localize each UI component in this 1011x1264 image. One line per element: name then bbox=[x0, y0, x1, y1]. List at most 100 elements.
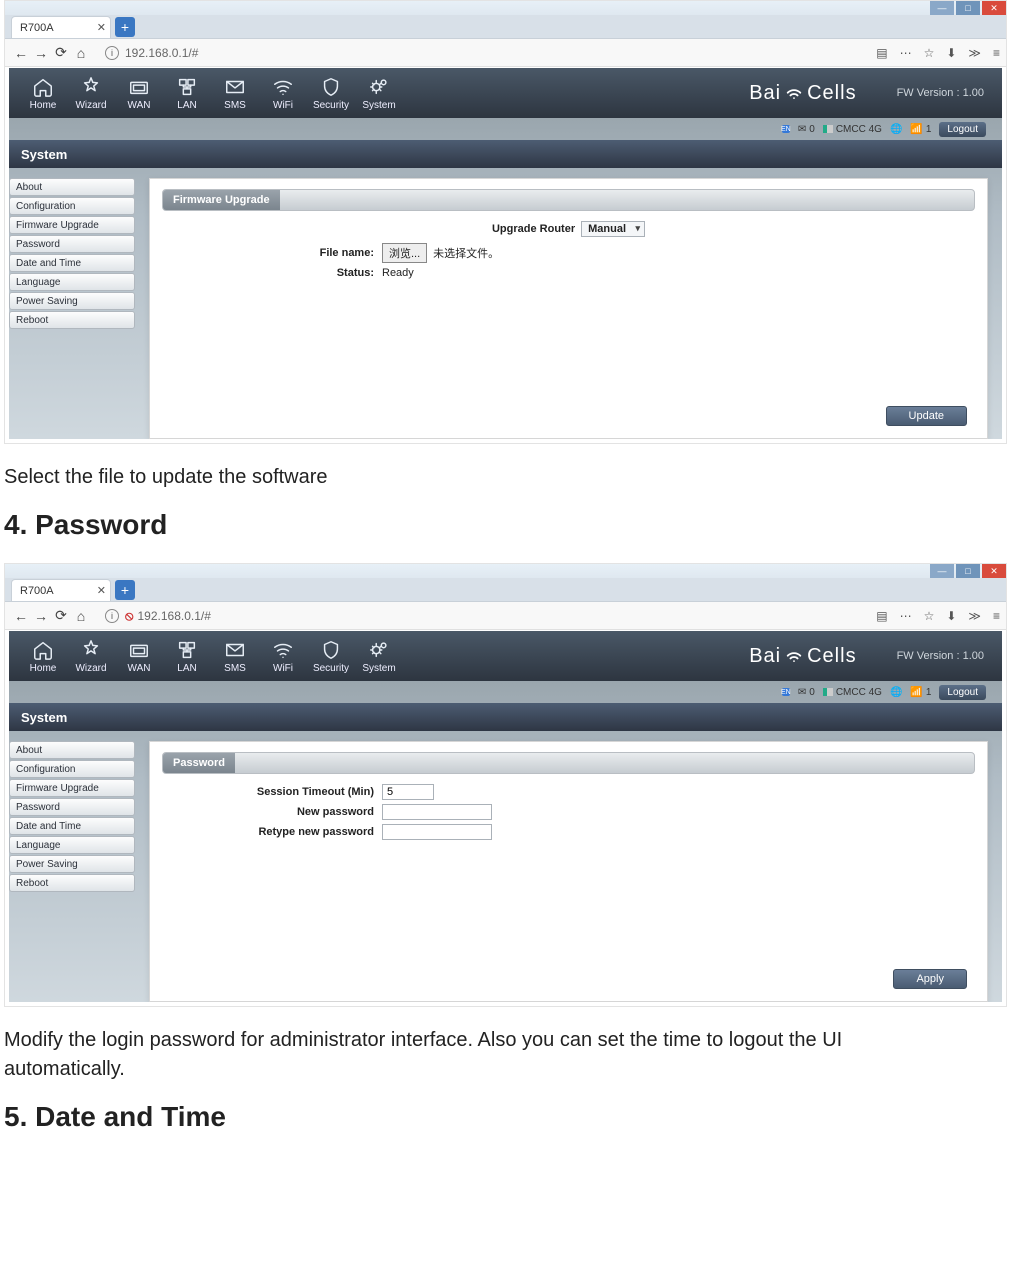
sidebar-item-password[interactable]: Password bbox=[9, 235, 135, 253]
upgrade-router-label: Upgrade Router bbox=[492, 223, 575, 235]
nav-wizard[interactable]: Wizard bbox=[67, 76, 115, 111]
sidebar-item-power-saving[interactable]: Power Saving bbox=[9, 292, 135, 310]
router-statusbar: EN ✉ 0 CMCC 4G 🌐 📶 1 Logout bbox=[9, 681, 1002, 703]
logout-button[interactable]: Logout bbox=[939, 122, 986, 137]
close-icon[interactable]: ✕ bbox=[97, 584, 106, 597]
more-icon[interactable]: ⋯ bbox=[900, 46, 912, 60]
nav-sms[interactable]: SMS bbox=[211, 76, 259, 111]
section-title: System bbox=[9, 703, 1002, 731]
sidebar-item-reboot[interactable]: Reboot bbox=[9, 311, 135, 329]
security-icon bbox=[320, 639, 342, 661]
nav-sms[interactable]: SMS bbox=[211, 639, 259, 674]
window-close-button[interactable]: ✕ bbox=[982, 1, 1006, 15]
doc-text-2: Modify the login password for administra… bbox=[4, 1029, 1007, 1052]
sidebar-item-firmware-upgrade[interactable]: Firmware Upgrade bbox=[9, 779, 135, 797]
reader-icon[interactable]: ▤ bbox=[876, 46, 887, 60]
new-password-input[interactable] bbox=[382, 804, 492, 820]
sidebar-item-configuration[interactable]: Configuration bbox=[9, 760, 135, 778]
home-icon bbox=[32, 639, 54, 661]
info-icon[interactable]: i bbox=[105, 46, 119, 60]
bookmark-icon[interactable]: ☆ bbox=[924, 46, 935, 60]
browser-tab[interactable]: R700A ✕ bbox=[11, 16, 111, 38]
window-minimize-button[interactable]: — bbox=[930, 564, 954, 578]
retype-password-input[interactable] bbox=[382, 824, 492, 840]
nav-wan[interactable]: WAN bbox=[115, 639, 163, 674]
sidebar-item-power-saving[interactable]: Power Saving bbox=[9, 855, 135, 873]
browser-tab-title: R700A bbox=[20, 22, 54, 34]
library-icon[interactable]: ⬇ bbox=[946, 46, 956, 60]
wifi-icon bbox=[272, 639, 294, 661]
browser-tabbar: R700A ✕ + bbox=[5, 578, 1006, 602]
nav-lan[interactable]: LAN bbox=[163, 639, 211, 674]
new-tab-button[interactable]: + bbox=[115, 17, 135, 37]
back-icon[interactable]: ← bbox=[11, 45, 31, 61]
sidebar-item-date-and-time[interactable]: Date and Time bbox=[9, 817, 135, 835]
window-minimize-button[interactable]: — bbox=[930, 1, 954, 15]
session-timeout-input[interactable] bbox=[382, 784, 434, 800]
sidebar-item-password[interactable]: Password bbox=[9, 798, 135, 816]
nav-label: WiFi bbox=[273, 100, 293, 111]
lang-badge[interactable]: EN bbox=[782, 688, 790, 696]
doc-heading-datetime: 5. Date and Time bbox=[4, 1101, 1007, 1133]
window-maximize-button[interactable]: □ bbox=[956, 1, 980, 15]
nav-label: WiFi bbox=[273, 663, 293, 674]
sidebar-item-date-and-time[interactable]: Date and Time bbox=[9, 254, 135, 272]
nav-system[interactable]: System bbox=[355, 76, 403, 111]
sidebar-icon[interactable]: ≫ bbox=[968, 609, 981, 623]
panel-title: Firmware Upgrade bbox=[163, 190, 280, 210]
update-button[interactable]: Update bbox=[886, 406, 967, 426]
router-page: HomeWizardWANLANSMSWiFiSecuritySystem Ba… bbox=[9, 631, 1002, 1002]
window-close-button[interactable]: ✕ bbox=[982, 564, 1006, 578]
nav-home[interactable]: Home bbox=[19, 639, 67, 674]
sidebar-item-about[interactable]: About bbox=[9, 741, 135, 759]
more-icon[interactable]: ⋯ bbox=[900, 609, 912, 623]
logout-button[interactable]: Logout bbox=[939, 685, 986, 700]
url-text: 192.168.0.1/# bbox=[125, 46, 198, 60]
sidebar-icon[interactable]: ≫ bbox=[968, 46, 981, 60]
home-icon[interactable]: ⌂ bbox=[71, 45, 91, 61]
new-password-label: New password bbox=[162, 806, 382, 818]
nav-wan[interactable]: WAN bbox=[115, 76, 163, 111]
menu-icon[interactable]: ≡ bbox=[993, 609, 1000, 623]
url-text: 192.168.0.1/# bbox=[137, 609, 210, 623]
url-input[interactable]: i 192.168.0.1/# bbox=[99, 43, 868, 63]
browser-tab[interactable]: R700A ✕ bbox=[11, 579, 111, 601]
close-icon[interactable]: ✕ bbox=[97, 21, 106, 34]
window-maximize-button[interactable]: □ bbox=[956, 564, 980, 578]
sms-icon bbox=[224, 639, 246, 661]
sidebar-item-language[interactable]: Language bbox=[9, 273, 135, 291]
back-icon[interactable]: ← bbox=[11, 608, 31, 624]
security-icon bbox=[320, 76, 342, 98]
menu-icon[interactable]: ≡ bbox=[993, 46, 1000, 60]
sidebar-item-firmware-upgrade[interactable]: Firmware Upgrade bbox=[9, 216, 135, 234]
nav-wizard[interactable]: Wizard bbox=[67, 639, 115, 674]
sidebar-item-reboot[interactable]: Reboot bbox=[9, 874, 135, 892]
lang-badge[interactable]: EN bbox=[782, 125, 790, 133]
library-icon[interactable]: ⬇ bbox=[946, 609, 956, 623]
forward-icon[interactable]: → bbox=[31, 608, 51, 624]
bookmark-icon[interactable]: ☆ bbox=[924, 609, 935, 623]
home-icon[interactable]: ⌂ bbox=[71, 608, 91, 624]
reload-icon[interactable]: ⟳ bbox=[51, 44, 71, 61]
url-input[interactable]: i ⦸ 192.168.0.1/# bbox=[99, 606, 868, 626]
new-tab-button[interactable]: + bbox=[115, 580, 135, 600]
nav-home[interactable]: Home bbox=[19, 76, 67, 111]
nav-security[interactable]: Security bbox=[307, 639, 355, 674]
reload-icon[interactable]: ⟳ bbox=[51, 607, 71, 624]
nav-lan[interactable]: LAN bbox=[163, 76, 211, 111]
signal-icon bbox=[823, 125, 833, 133]
file-browse-button[interactable]: 浏览... bbox=[382, 243, 427, 263]
apply-button[interactable]: Apply bbox=[893, 969, 967, 989]
upgrade-router-select[interactable]: Manual bbox=[581, 221, 645, 237]
nav-security[interactable]: Security bbox=[307, 76, 355, 111]
reader-icon[interactable]: ▤ bbox=[876, 609, 887, 623]
nav-system[interactable]: System bbox=[355, 639, 403, 674]
info-icon[interactable]: i bbox=[105, 609, 119, 623]
sidebar-item-about[interactable]: About bbox=[9, 178, 135, 196]
sidebar-item-language[interactable]: Language bbox=[9, 836, 135, 854]
nav-wifi[interactable]: WiFi bbox=[259, 76, 307, 111]
nav-wifi[interactable]: WiFi bbox=[259, 639, 307, 674]
sidebar-item-configuration[interactable]: Configuration bbox=[9, 197, 135, 215]
forward-icon[interactable]: → bbox=[31, 45, 51, 61]
screenshot-password: — □ ✕ R700A ✕ + ← → ⟳ ⌂ i ⦸ 192.168.0.1/… bbox=[4, 563, 1007, 1007]
